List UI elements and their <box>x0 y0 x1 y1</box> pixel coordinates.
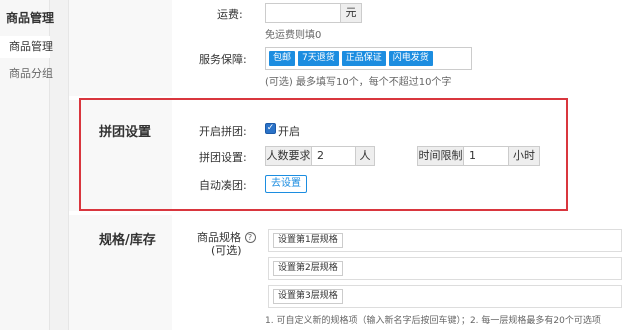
set-spec-level-1-button[interactable]: 设置第1层规格 <box>273 233 343 248</box>
help-icon[interactable]: ? <box>244 232 256 243</box>
spec-section-head: 规格/库存 <box>69 215 172 330</box>
service-tag[interactable]: 包邮 <box>269 51 296 66</box>
spec-level-row: 设置第1层规格 <box>268 229 622 252</box>
set-spec-level-3-button[interactable]: 设置第3层规格 <box>273 289 343 304</box>
shipping-unit: 元 <box>340 3 362 23</box>
sidebar-title: 商品管理 <box>6 11 55 25</box>
shipping-label: 运费: <box>217 8 243 21</box>
highlight-box <box>79 98 568 211</box>
service-hint: (可选) 最多填写10个，每个不超过10个字 <box>265 77 452 88</box>
service-label: 服务保障: <box>199 53 247 66</box>
spec-section-title: 规格/库存 <box>99 233 156 248</box>
service-tag[interactable]: 闪电发货 <box>388 51 433 66</box>
shipping-fee-input[interactable] <box>265 3 341 23</box>
service-tag[interactable]: 正品保证 <box>341 51 386 66</box>
sidebar-item-product-management[interactable]: 商品管理 <box>0 36 53 58</box>
set-spec-level-2-button[interactable]: 设置第2层规格 <box>273 261 343 276</box>
spec-optional-label: (可选) <box>211 244 242 257</box>
service-tags-input[interactable]: 包邮 7天退货 正品保证 闪电发货 <box>265 47 472 70</box>
basic-section-head <box>69 0 172 96</box>
shipping-hint: 免运费则填0 <box>265 30 322 41</box>
service-tag[interactable]: 7天退货 <box>298 51 339 66</box>
sidebar: 商品管理 商品管理 商品分组 <box>0 0 54 330</box>
spec-level-row: 设置第2层规格 <box>268 257 622 280</box>
spec-level-row: 设置第3层规格 <box>268 285 622 308</box>
spec-note: 1. 可自定义新的规格项（输入新名字后按回车键）；2. 每一层规格最多有20个可… <box>265 316 601 326</box>
sidebar-item-product-groups[interactable]: 商品分组 <box>0 63 53 85</box>
